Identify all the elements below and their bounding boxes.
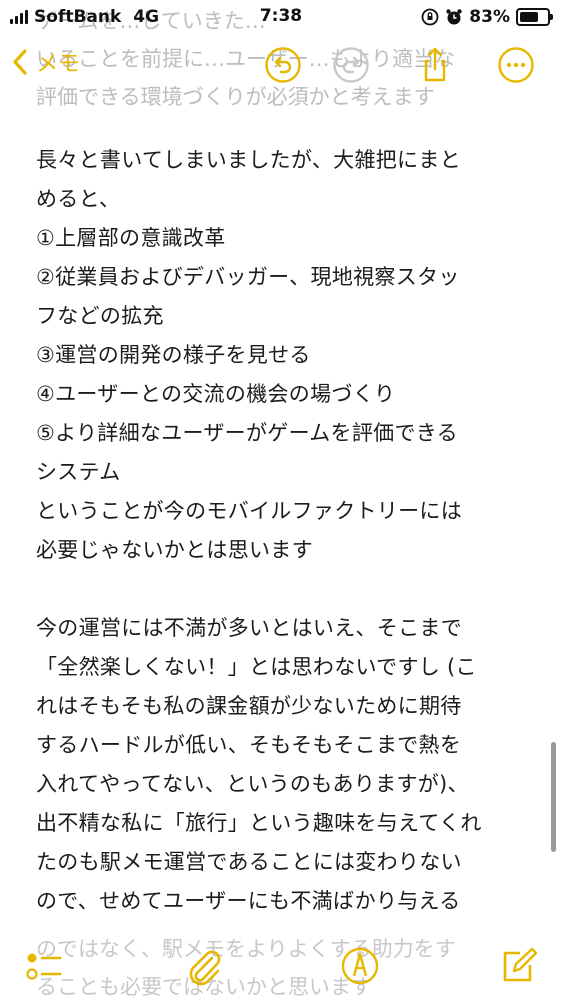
note-line: ①上層部の意識改革	[36, 226, 226, 250]
back-label: メモ	[36, 52, 81, 77]
back-button[interactable]: メモ	[12, 46, 80, 78]
note-line	[36, 570, 536, 609]
note-line: ⑤より詳細なユーザーがゲームを評価できる	[36, 421, 458, 445]
note-line: するハードルが低い、そもそもそこまで熱を	[36, 733, 462, 757]
note-line: ④ユーザーとの交流の機会の場づくり	[36, 382, 396, 406]
note-line: 出不精な私に「旅行」という趣味を与えてくれ	[36, 811, 482, 835]
battery-icon	[516, 8, 553, 26]
note-line: 入れてやってない、というのもありますが)、	[36, 772, 469, 796]
alarm-icon	[446, 9, 462, 25]
note-line: めると、	[36, 187, 121, 211]
orientation-lock-icon	[421, 8, 439, 26]
scrollbar[interactable]	[551, 742, 556, 852]
note-line: ということが今のモバイルファクトリーには	[36, 499, 462, 523]
note-line: システム	[36, 460, 121, 484]
note-line: ②従業員およびデバッガー、現地視察スタッ	[36, 265, 460, 289]
note-line: れはそもそも私の課金額が少ないために期待	[36, 694, 462, 718]
note-line: たのも駅メモ運営であることには変わりない	[36, 850, 462, 874]
chevron-left-icon	[13, 49, 27, 75]
checklist-icon[interactable]	[22, 944, 66, 988]
note-line: 必要じゃないかとは思います	[36, 538, 313, 562]
battery-percent: 83%	[469, 7, 510, 27]
compose-icon[interactable]	[496, 944, 540, 988]
note-line: 今の運営には不満が多いとはいえ、そこまで	[36, 616, 462, 640]
note-line: 「全然楽しくない！」とは思わないですし (こ	[36, 655, 477, 679]
redo-icon[interactable]	[332, 46, 370, 84]
bottom-toolbar	[0, 936, 562, 1000]
undo-icon[interactable]	[264, 46, 302, 84]
paperclip-icon[interactable]	[182, 944, 226, 988]
note-line: ③運営の開発の様子を見せる	[36, 343, 311, 367]
note-line: ので、せめてユーザーにも不満ばかり与える	[36, 889, 461, 913]
nav-bar: メモ	[0, 40, 562, 92]
note-line: フなどの拡充	[36, 304, 164, 328]
note-body[interactable]: 長々と書いてしまいましたが、大雑把にまと めると、 ①上層部の意識改革 ②従業員…	[36, 141, 536, 921]
note-line: 長々と書いてしまいましたが、大雑把にまと	[36, 148, 461, 172]
more-icon[interactable]	[497, 46, 535, 84]
status-bar: SoftBank 4G 7:38 83%	[0, 0, 562, 34]
markup-icon[interactable]	[338, 944, 382, 988]
share-icon[interactable]	[416, 46, 454, 84]
